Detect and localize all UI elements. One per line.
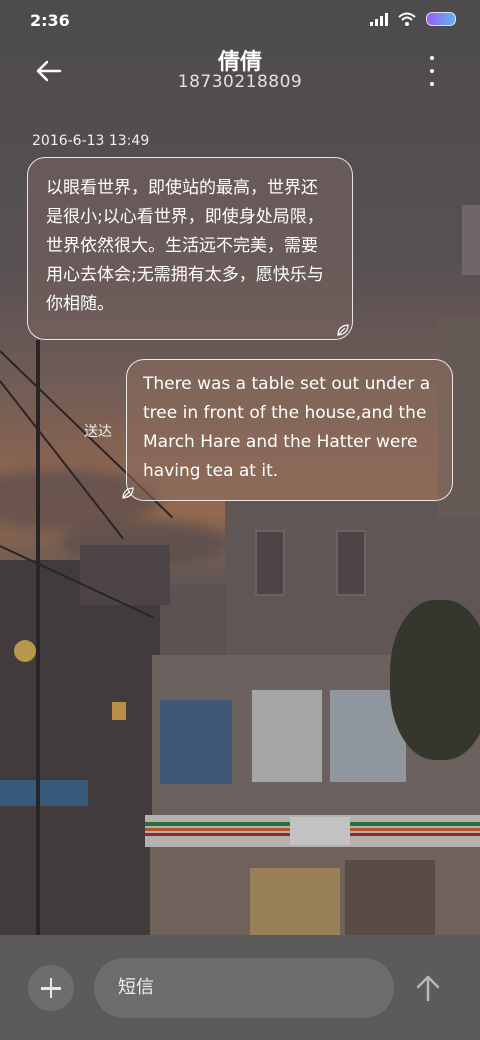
battery-icon — [426, 12, 456, 26]
wifi-icon — [398, 12, 416, 26]
phone-number: 18730218809 — [177, 72, 303, 92]
plus-icon[interactable] — [28, 965, 74, 1011]
delivery-status: 送达 — [84, 424, 112, 440]
outgoing-message-text: There was a table set out under a tree i… — [143, 374, 431, 481]
status-time: 2:36 — [30, 11, 70, 30]
leaf-icon — [122, 487, 134, 499]
signal-icon — [370, 12, 388, 26]
send-arrow-icon[interactable] — [413, 973, 443, 1003]
more-vertical-icon[interactable] — [428, 56, 436, 86]
status-bar: 2:36 — [0, 0, 480, 42]
conversation-header: 倩倩 18730218809 — [0, 42, 480, 102]
incoming-message-text: 以眼看世界，即使站的最高，世界还是很小;以心看世界，即使身处局限，世界依然很大。… — [46, 178, 324, 314]
leaf-icon — [337, 324, 349, 336]
outgoing-message-bubble[interactable]: There was a table set out under a tree i… — [122, 359, 453, 501]
composer-bar: 短信 — [0, 935, 480, 1040]
message-input[interactable]: 短信 — [94, 958, 394, 1018]
message-timestamp: 2016-6-13 13:49 — [32, 133, 150, 149]
incoming-message-bubble[interactable]: 以眼看世界，即使站的最高，世界还是很小;以心看世界，即使身处局限，世界依然很大。… — [27, 157, 353, 340]
